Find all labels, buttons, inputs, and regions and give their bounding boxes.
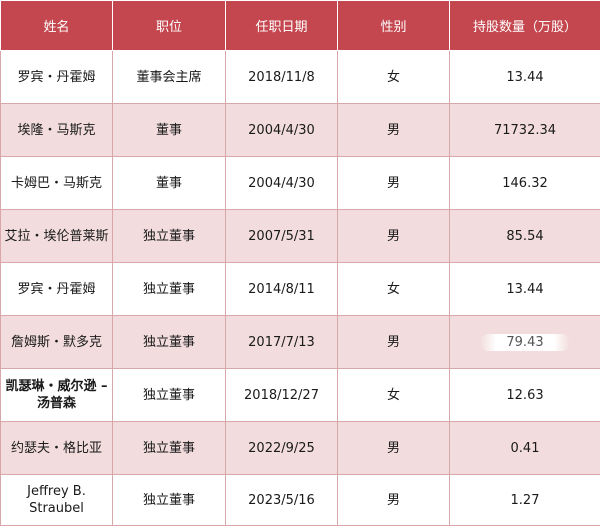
cell-shares: 79.43 [480,333,570,351]
cell-gender: 男 [337,474,450,526]
cell-date: 2018/11/8 [225,50,338,104]
cell-position: 董事会主席 [112,50,226,104]
header-shares: 持股数量（万股） [449,0,600,51]
cell-name: 凯瑟琳・威尔逊 – 汤普森 [0,368,113,422]
table-row: 埃隆・马斯克 董事 2004/4/30 男 71732.34 [0,103,600,157]
cell-position: 独立董事 [112,368,226,422]
cell-date: 2014/8/11 [225,262,338,316]
cell-shares: 1.27 [449,474,600,526]
cell-date: 2004/4/30 [225,156,338,210]
header-position: 职位 [112,0,226,51]
table-row: 约瑟夫・格比亚 独立董事 2022/9/25 男 0.41 [0,421,600,475]
cell-gender: 男 [337,103,450,157]
cell-position: 董事 [112,103,226,157]
cell-gender: 女 [337,50,450,104]
cell-position: 董事 [112,156,226,210]
board-members-table: 姓名 职位 任职日期 性别 持股数量（万股） 罗宾・丹霍姆 董事会主席 2018… [0,0,600,526]
cell-name: 罗宾・丹霍姆 [0,50,113,104]
cell-shares: 0.41 [449,421,600,475]
table-row: 罗宾・丹霍姆 董事会主席 2018/11/8 女 13.44 [0,50,600,104]
cell-position: 独立董事 [112,315,226,369]
cell-gender: 女 [337,262,450,316]
cell-gender: 男 [337,315,450,369]
table-header-row: 姓名 职位 任职日期 性别 持股数量（万股） [0,0,600,51]
cell-shares-container: 79.43 [449,315,600,369]
cell-shares: 146.32 [449,156,600,210]
cell-date: 2023/5/16 [225,474,338,526]
cell-date: 2004/4/30 [225,103,338,157]
cell-date: 2017/7/13 [225,315,338,369]
cell-shares: 71732.34 [449,103,600,157]
cell-shares: 85.54 [449,209,600,263]
cell-name: 卡姆巴・马斯克 [0,156,113,210]
table-row: 凯瑟琳・威尔逊 – 汤普森 独立董事 2018/12/27 女 12.63 [0,368,600,422]
cell-position: 独立董事 [112,262,226,316]
cell-name: 艾拉・埃伦普莱斯 [0,209,113,263]
cell-shares: 13.44 [449,50,600,104]
header-name: 姓名 [0,0,113,51]
cell-shares: 12.63 [449,368,600,422]
cell-date: 2018/12/27 [225,368,338,422]
cell-name: 埃隆・马斯克 [0,103,113,157]
cell-position: 独立董事 [112,421,226,475]
cell-gender: 男 [337,209,450,263]
header-gender: 性别 [337,0,450,51]
table-row: 罗宾・丹霍姆 独立董事 2014/8/11 女 13.44 [0,262,600,316]
cell-gender: 男 [337,421,450,475]
cell-name: 詹姆斯・默多克 [0,315,113,369]
table-row: Jeffrey B. Straubel 独立董事 2023/5/16 男 1.2… [0,474,600,526]
cell-name: 约瑟夫・格比亚 [0,421,113,475]
cell-position: 独立董事 [112,474,226,526]
cell-date: 2022/9/25 [225,421,338,475]
cell-shares: 13.44 [449,262,600,316]
table-row: 艾拉・埃伦普莱斯 独立董事 2007/5/31 男 85.54 [0,209,600,263]
cell-position: 独立董事 [112,209,226,263]
cell-name: Jeffrey B. Straubel [0,474,113,526]
cell-gender: 女 [337,368,450,422]
cell-gender: 男 [337,156,450,210]
cell-name: 罗宾・丹霍姆 [0,262,113,316]
table-row: 詹姆斯・默多克 独立董事 2017/7/13 男 79.43 [0,315,600,369]
header-date: 任职日期 [225,0,338,51]
table-row: 卡姆巴・马斯克 董事 2004/4/30 男 146.32 [0,156,600,210]
cell-date: 2007/5/31 [225,209,338,263]
